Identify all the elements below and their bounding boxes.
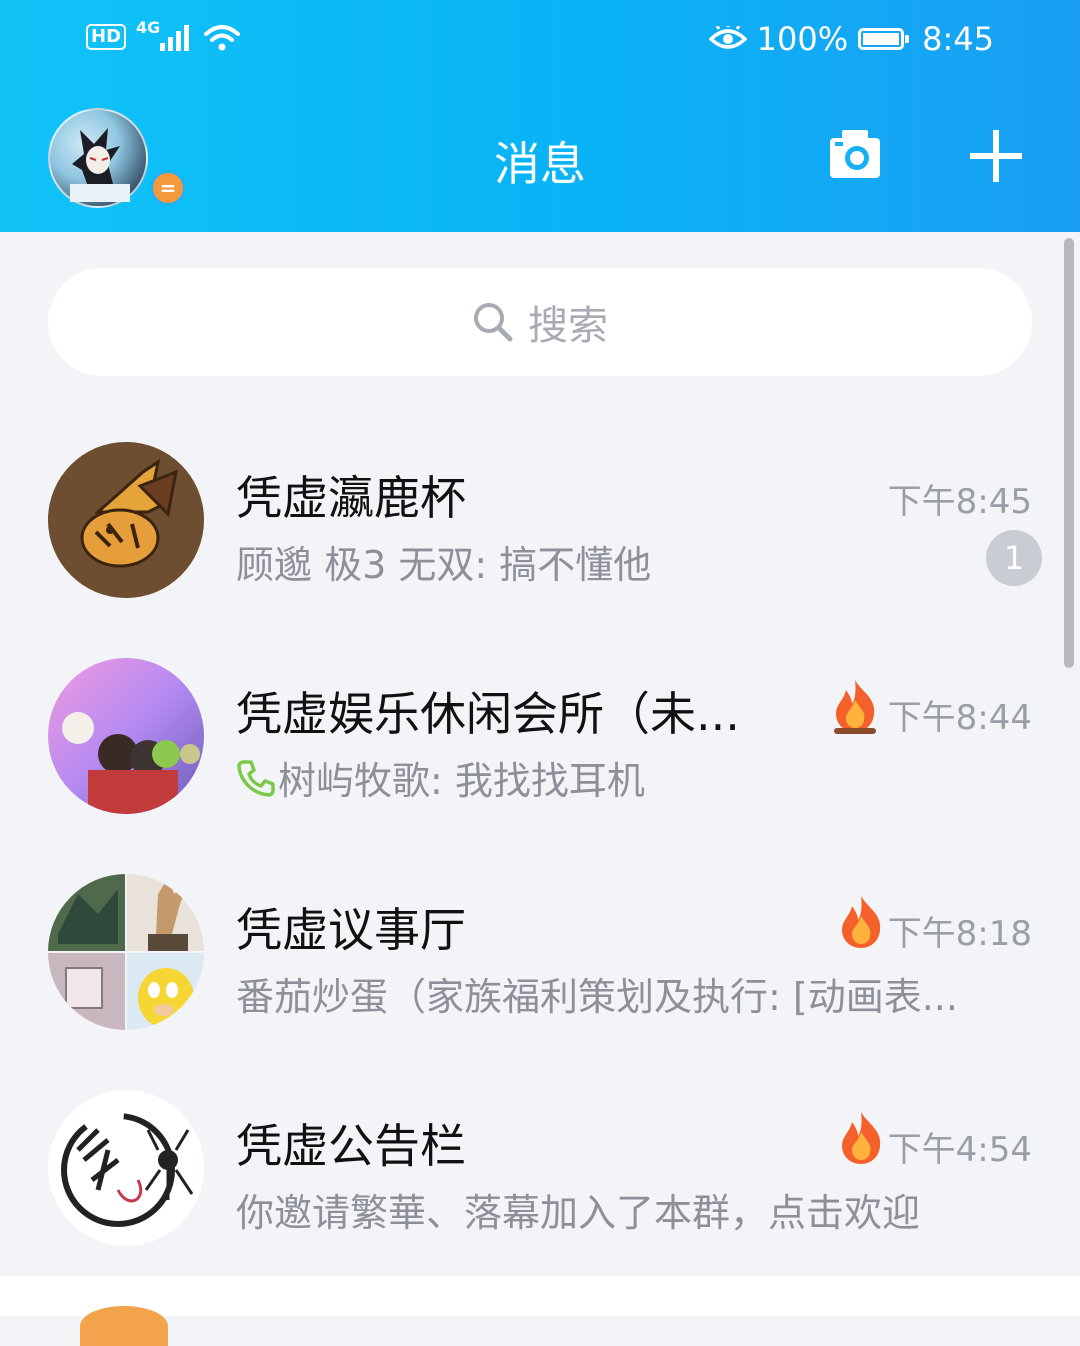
camera-icon: [830, 130, 880, 178]
conversation-item[interactable]: 凭虚公告栏 下午4:54 你邀请繁華、落幕加入了本群，点击欢迎: [0, 1090, 1064, 1306]
conversation-name: 凭虚瀛鹿杯: [236, 471, 466, 525]
page-title: 消息: [494, 137, 586, 191]
battery-percent: 100%: [756, 20, 849, 58]
hd-icon: HD: [86, 24, 127, 50]
fire-icon: [834, 680, 876, 734]
conversation-item[interactable]: 凭虚娱乐休闲会所（未... 下午8:44 树屿牧歌: 我找找耳机: [0, 658, 1064, 874]
signal-icon: [160, 25, 190, 51]
network-type: 4G: [136, 17, 161, 37]
group-avatar: [48, 658, 204, 814]
scrollbar[interactable]: [1064, 238, 1074, 668]
battery-icon: [858, 28, 910, 50]
conversation-time: 下午8:44: [887, 698, 1032, 738]
conversation-preview: 树屿牧歌: 我找找耳机: [278, 759, 645, 803]
group-avatar: [80, 1306, 168, 1346]
conversation-item[interactable]: 凭虚议事厅 下午8:18 番茄炒蛋（家族福利策划及执行: [动画表...: [0, 874, 1064, 1090]
fire-icon: [842, 1112, 881, 1164]
conversation-item-partial[interactable]: [0, 1276, 1080, 1346]
phone-call-icon: [237, 759, 275, 797]
search-input[interactable]: 搜索: [48, 268, 1032, 376]
conversation-name: 凭虚娱乐休闲会所（未...: [236, 687, 740, 741]
status-bar: HD 4G 100% 8:45: [0, 0, 1080, 82]
search-icon: [474, 303, 513, 342]
conversation-preview-wrap: 树屿牧歌: 我找找耳机: [236, 750, 645, 805]
fire-icon: [842, 896, 881, 948]
conversation-preview: 你邀请繁華、落幕加入了本群，点击欢迎: [236, 1191, 921, 1235]
eye-icon: [708, 26, 747, 49]
camera-button[interactable]: [826, 126, 884, 184]
conversation-name: 凭虚公告栏: [236, 1119, 466, 1173]
wifi-icon: [204, 25, 241, 51]
battery-level: [863, 33, 900, 45]
conversation-time: 下午8:18: [887, 914, 1032, 954]
search-placeholder: 搜索: [528, 303, 608, 349]
group-avatar: [48, 874, 204, 1030]
conversation-preview: 顾邈 极3 无双: 搞不懂他: [236, 543, 652, 587]
conversation-time: 下午8:45: [887, 482, 1032, 522]
conversation-preview: 番茄炒蛋（家族福利策划及执行: [动画表...: [236, 975, 958, 1019]
group-avatar: [48, 1090, 204, 1246]
group-avatar: [48, 442, 204, 598]
add-button[interactable]: [966, 126, 1026, 186]
clock: 8:45: [922, 20, 994, 58]
conversation-name: 凭虚议事厅: [236, 903, 466, 957]
plus-icon: [970, 130, 1022, 182]
header-bar: HD 4G 100% 8:45 = 消息: [0, 0, 1080, 232]
unread-badge: 1: [986, 530, 1042, 586]
conversation-item[interactable]: 凭虚瀛鹿杯 下午8:45 顾邈 极3 无双: 搞不懂他 1: [0, 442, 1064, 658]
conversation-time: 下午4:54: [887, 1130, 1032, 1170]
